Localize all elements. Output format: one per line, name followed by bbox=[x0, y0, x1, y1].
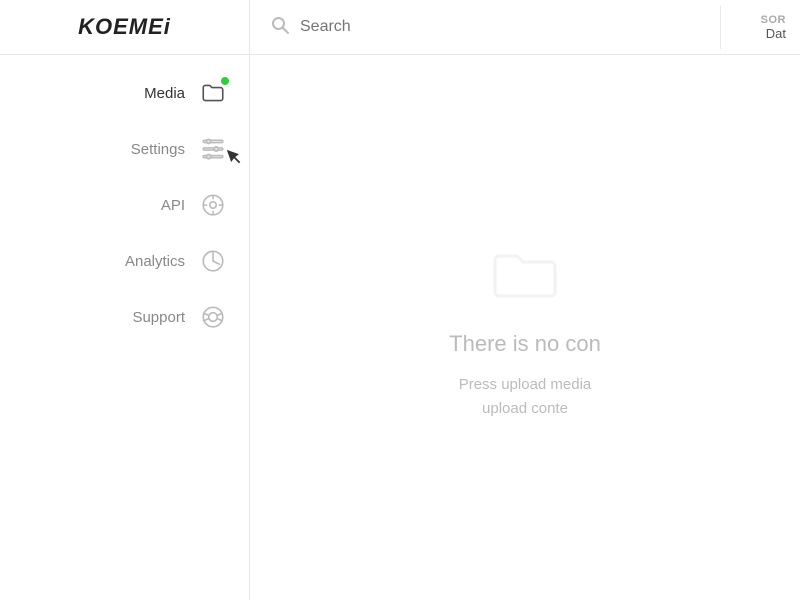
settings-icon bbox=[197, 133, 229, 165]
sidebar-item-support[interactable]: Support bbox=[0, 289, 249, 345]
sort-area[interactable]: SOR Dat bbox=[720, 6, 800, 49]
logo: KOEMEi bbox=[78, 14, 171, 40]
sidebar-item-label-media: Media bbox=[105, 85, 185, 102]
topbar: KOEMEi SOR Dat bbox=[0, 0, 800, 55]
sidebar-item-label-support: Support bbox=[105, 309, 185, 326]
sidebar-item-analytics[interactable]: Analytics bbox=[0, 233, 249, 289]
main-layout: Media Settings bbox=[0, 55, 800, 600]
empty-folder-icon bbox=[485, 235, 565, 315]
analytics-icon bbox=[197, 245, 229, 277]
empty-description: Press upload media upload conte bbox=[459, 373, 592, 421]
sort-label: SOR bbox=[761, 14, 786, 26]
api-icon bbox=[197, 189, 229, 221]
search-input[interactable] bbox=[300, 18, 700, 36]
sidebar-item-settings[interactable]: Settings bbox=[0, 121, 249, 177]
empty-desc-line1: Press upload media bbox=[459, 376, 592, 393]
search-icon bbox=[270, 15, 290, 40]
search-area bbox=[250, 15, 720, 40]
empty-title: There is no con bbox=[449, 331, 601, 357]
sidebar-item-api[interactable]: API bbox=[0, 177, 249, 233]
logo-area: KOEMEi bbox=[0, 0, 250, 55]
content-area: There is no con Press upload media uploa… bbox=[250, 55, 800, 600]
sidebar: Media Settings bbox=[0, 55, 250, 600]
media-badge bbox=[219, 75, 231, 87]
sort-value: Dat bbox=[766, 26, 786, 41]
sidebar-item-label-api: API bbox=[105, 197, 185, 214]
folder-icon bbox=[197, 77, 229, 109]
sidebar-item-label-analytics: Analytics bbox=[105, 253, 185, 270]
sidebar-item-label-settings: Settings bbox=[105, 141, 185, 158]
empty-desc-line2: upload conte bbox=[482, 400, 568, 417]
sidebar-item-media[interactable]: Media bbox=[0, 65, 249, 121]
support-icon bbox=[197, 301, 229, 333]
